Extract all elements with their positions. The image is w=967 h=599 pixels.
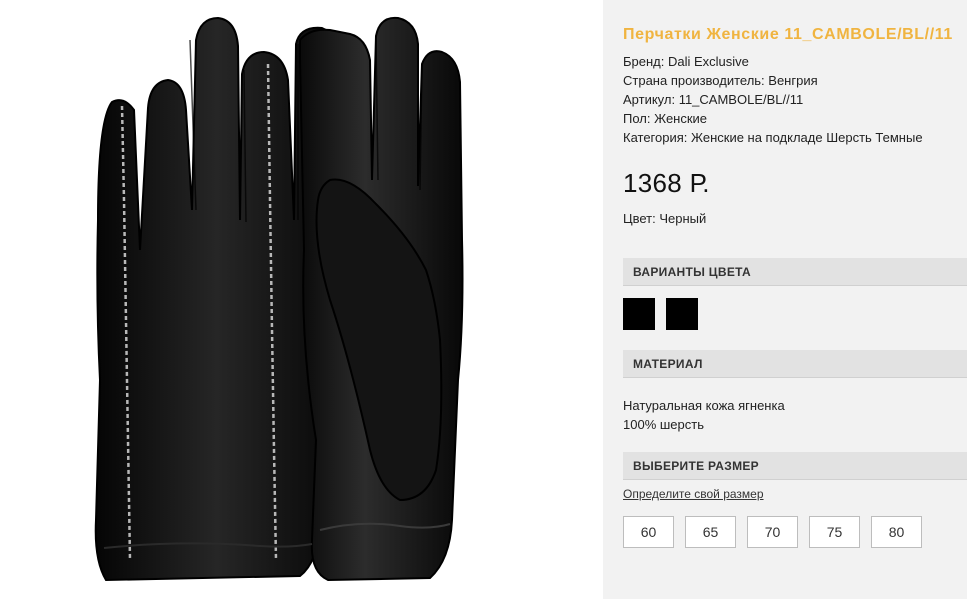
product-color: Цвет: Черный [623,211,707,226]
size-guide-link[interactable]: Определите свой размер [623,487,764,501]
size-options: 60 65 70 75 80 [623,516,922,548]
color-variants-header: ВАРИАНТЫ ЦВЕТА [623,258,967,286]
size-button-75[interactable]: 75 [809,516,860,548]
spec-brand: Бренд: Dali Exclusive [623,54,749,69]
product-price: 1368 Р. [623,168,710,198]
product-specs: Бренд: Dali Exclusive Страна производите… [623,52,923,147]
material-line: Натуральная кожа ягненка [623,398,785,413]
spec-country: Страна производитель: Венгрия [623,73,818,88]
material-info: Натуральная кожа ягненка 100% шерсть [623,396,785,434]
size-button-70[interactable]: 70 [747,516,798,548]
size-button-60[interactable]: 60 [623,516,674,548]
size-button-80[interactable]: 80 [871,516,922,548]
size-header: ВЫБЕРИТЕ РАЗМЕР [623,452,967,480]
product-image [0,0,603,599]
material-line: 100% шерсть [623,417,704,432]
color-swatch[interactable] [623,298,655,330]
spec-gender: Пол: Женские [623,111,708,126]
color-swatches [623,298,698,330]
spec-category: Категория: Женские на подкладе Шерсть Те… [623,130,923,145]
size-button-65[interactable]: 65 [685,516,736,548]
product-info-panel: Перчатки Женские 11_CAMBOLE/BL//11 Бренд… [603,0,967,599]
color-swatch[interactable] [666,298,698,330]
gloves-image [94,16,464,582]
spec-article: Артикул: 11_CAMBOLE/BL//11 [623,92,804,107]
material-header: МАТЕРИАЛ [623,350,967,378]
product-title: Перчатки Женские 11_CAMBOLE/BL//11 [623,26,953,43]
